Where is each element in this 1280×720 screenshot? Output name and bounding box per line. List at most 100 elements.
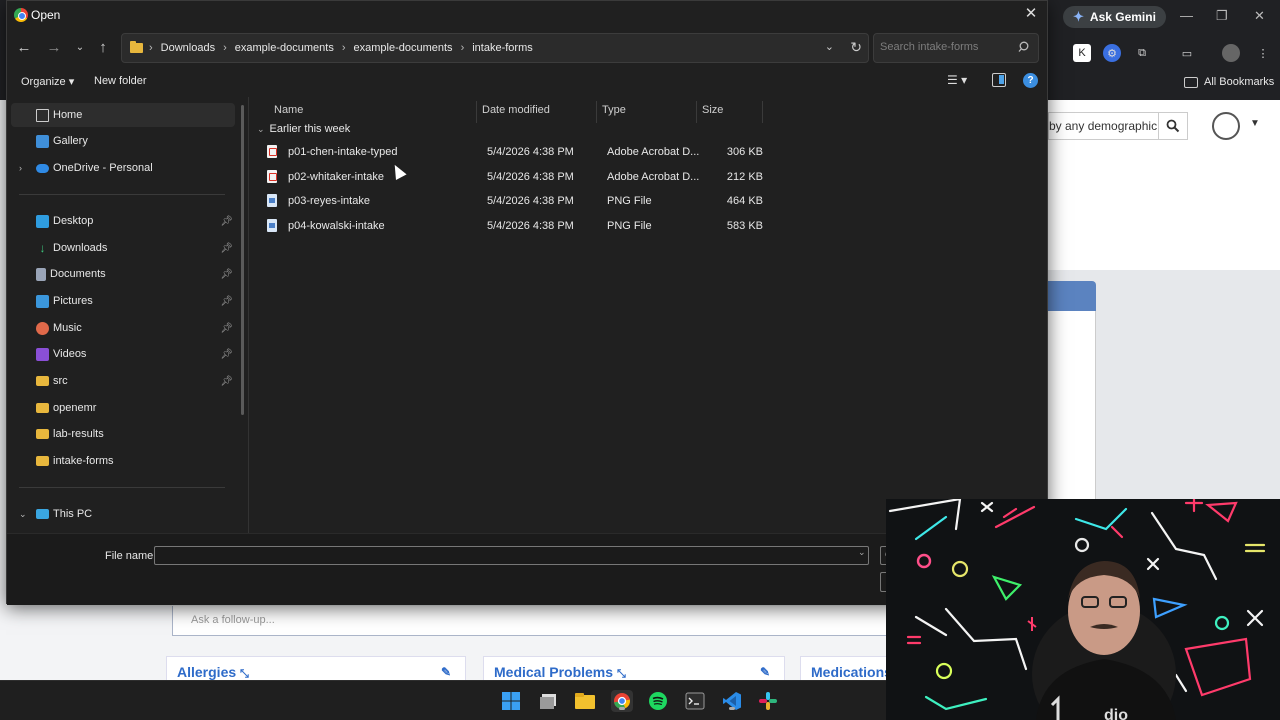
nav-item-openemr[interactable]: openemr (11, 396, 235, 420)
column-header-type[interactable]: Type (597, 101, 697, 123)
group-header[interactable]: ⌄ Earlier this week (257, 123, 350, 135)
breadcrumb-example-documents[interactable]: example-documents (235, 42, 334, 54)
nav-item-label: Downloads (53, 242, 108, 254)
nav-item-music[interactable]: Music 📌︎ (11, 316, 235, 340)
collapse-icon[interactable]: ⤡ (240, 668, 249, 680)
expand-chevron-icon[interactable]: › (19, 163, 22, 173)
browser-menu-icon[interactable]: ⋮ (1254, 44, 1272, 62)
restore-icon[interactable]: ❐ (1216, 8, 1228, 24)
nav-item-src[interactable]: src 📌︎ (11, 369, 235, 393)
nav-item-label: Documents (50, 268, 106, 280)
nav-item-documents[interactable]: Documents 📌︎ (11, 262, 235, 286)
address-bar[interactable]: › Downloads › example-documents › exampl… (121, 33, 869, 63)
nav-item-this-pc[interactable]: ⌄ This PC (11, 502, 235, 526)
medications-title: Medications (811, 664, 892, 680)
file-size: 212 KB (726, 171, 763, 183)
image-file-icon (267, 219, 277, 232)
breadcrumb-separator: › (149, 42, 153, 54)
active-indicator (619, 707, 625, 710)
edit-pencil-icon[interactable]: ✎ (760, 665, 770, 679)
collapse-chevron-icon[interactable]: ⌄ (19, 509, 27, 520)
file-explorer-icon[interactable] (574, 690, 596, 712)
documents-icon (36, 267, 46, 281)
nav-item-intake-forms[interactable]: intake-forms (11, 449, 235, 473)
search-input[interactable] (880, 41, 1010, 53)
file-type: PNG File (607, 220, 652, 232)
dialog-close-icon[interactable]: ✕ (1021, 4, 1041, 24)
breadcrumb-example-documents-inner[interactable]: example-documents (354, 42, 453, 54)
edit-pencil-icon[interactable]: ✎ (441, 665, 451, 679)
file-list: Name Date modified Type Size ⌄ Earlier t… (248, 97, 1048, 533)
help-icon[interactable]: ? (1023, 73, 1038, 88)
pin-icon: 📌︎ (220, 375, 233, 387)
file-size: 583 KB (726, 220, 763, 232)
file-row[interactable]: p04-kowalski-intake 5/4/2026 4:38 PM PNG… (263, 215, 783, 239)
task-view-icon[interactable] (538, 690, 560, 712)
view-options-icon[interactable]: ☰ ▾ (947, 73, 977, 91)
file-name-dropdown-icon[interactable]: ⌄ (858, 547, 866, 558)
file-name-label: File name: (105, 550, 157, 562)
search-box[interactable] (873, 33, 1039, 63)
extension-gear-icon[interactable]: ⚙ (1103, 44, 1121, 62)
pin-icon: 📌︎ (220, 242, 233, 254)
breadcrumb-separator: › (223, 42, 227, 54)
file-name: p02-whitaker-intake (288, 171, 384, 183)
nav-item-desktop[interactable]: Desktop 📌︎ (11, 209, 235, 233)
pin-icon: 📌︎ (220, 348, 233, 360)
nav-item-onedrive[interactable]: › OneDrive - Personal (11, 156, 235, 180)
file-date: 5/4/2026 4:38 PM (487, 146, 574, 158)
extensions-puzzle-icon[interactable]: ⧉ (1133, 44, 1151, 62)
refresh-icon[interactable]: ↻ (850, 39, 862, 56)
profile-avatar-icon[interactable] (1222, 44, 1240, 62)
extension-k-icon[interactable]: K (1073, 44, 1091, 62)
cast-icon[interactable]: ▭ (1178, 44, 1196, 62)
pin-icon: 📌︎ (220, 295, 233, 307)
spotify-icon[interactable] (647, 690, 669, 712)
column-header-date[interactable]: Date modified (477, 101, 597, 123)
terminal-icon[interactable] (684, 690, 706, 712)
nav-item-lab-results[interactable]: lab-results (11, 422, 235, 446)
file-name-field[interactable] (154, 546, 869, 565)
navigation-pane: Home Gallery › OneDrive - Personal Deskt… (7, 97, 247, 533)
breadcrumb-intake-forms[interactable]: intake-forms (472, 42, 533, 54)
collapse-icon[interactable]: ⤡ (617, 668, 626, 680)
nav-item-gallery[interactable]: Gallery (11, 129, 235, 153)
file-row[interactable]: p02-whitaker-intake 5/4/2026 4:38 PM Ado… (263, 166, 783, 190)
column-header-name[interactable]: Name (269, 101, 477, 123)
file-date: 5/4/2026 4:38 PM (487, 171, 574, 183)
windows-start-icon[interactable] (500, 690, 522, 712)
forward-arrow-icon[interactable]: → (43, 37, 65, 59)
back-arrow-icon[interactable]: ← (13, 37, 35, 59)
demographic-search-button[interactable] (1158, 112, 1188, 140)
nav-item-downloads[interactable]: ↓ Downloads 📌︎ (11, 236, 235, 260)
nav-item-pictures[interactable]: Pictures 📌︎ (11, 289, 235, 313)
preview-pane-icon[interactable] (992, 73, 1006, 87)
nav-scrollbar[interactable] (241, 105, 244, 415)
pin-icon: 📌︎ (220, 322, 233, 334)
file-row[interactable]: p03-reyes-intake 5/4/2026 4:38 PM PNG Fi… (263, 190, 783, 214)
magnifier-icon (1166, 119, 1180, 133)
ask-gemini-button[interactable]: ✦ Ask Gemini (1063, 6, 1166, 28)
nav-item-home[interactable]: Home (11, 103, 235, 127)
nav-item-videos[interactable]: Videos 📌︎ (11, 342, 235, 366)
pdf-file-icon (267, 170, 277, 183)
up-arrow-icon[interactable]: ↑ (92, 37, 114, 59)
file-row[interactable]: p01-chen-intake-typed 5/4/2026 4:38 PM A… (263, 141, 783, 165)
all-bookmarks[interactable]: All Bookmarks (1184, 76, 1274, 88)
demographic-search-input[interactable]: by any demographic (1048, 112, 1158, 140)
breadcrumb-downloads[interactable]: Downloads (161, 42, 215, 54)
user-account-icon[interactable] (1212, 112, 1240, 140)
slack-icon[interactable] (757, 690, 779, 712)
followup-input[interactable]: Ask a follow-up... (172, 606, 888, 636)
chrome-icon[interactable] (611, 690, 633, 712)
nav-item-label: Videos (53, 348, 87, 360)
column-header-size[interactable]: Size (697, 101, 763, 123)
user-menu-caret-icon[interactable]: ▼ (1250, 118, 1260, 129)
address-dropdown-icon[interactable]: ⌄ (825, 40, 834, 53)
recent-locations-chevron-icon[interactable]: ⌄ (69, 37, 91, 59)
organize-button[interactable]: Organize ▾ (21, 75, 74, 88)
window-close-icon[interactable]: ✕ (1254, 8, 1265, 24)
new-folder-button[interactable]: New folder (94, 75, 147, 87)
vscode-icon[interactable] (721, 690, 743, 712)
minimize-icon[interactable]: — (1180, 8, 1193, 23)
